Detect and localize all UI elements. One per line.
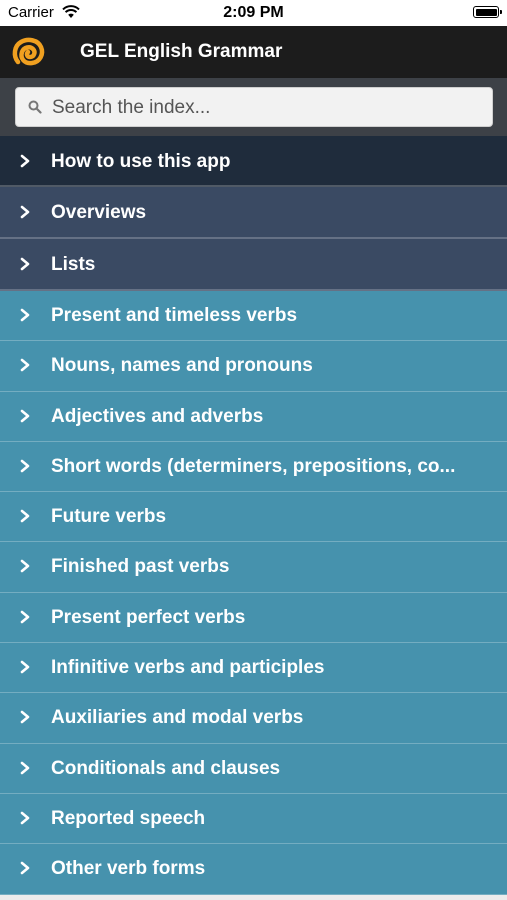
app-title: GEL English Grammar bbox=[80, 41, 283, 62]
list-item-label: Future verbs bbox=[51, 506, 167, 528]
search-bar bbox=[0, 78, 507, 136]
chevron-right-icon bbox=[20, 509, 30, 523]
chevron-right-icon bbox=[20, 205, 30, 219]
nav-bar: GEL English Grammar bbox=[0, 26, 507, 78]
chevron-right-icon bbox=[20, 560, 30, 573]
list-item-label: Nouns, names and pronouns bbox=[51, 355, 313, 377]
chevron-right-icon bbox=[20, 358, 30, 372]
status-bar: Carrier 2:09 PM bbox=[0, 0, 507, 26]
list-item-label: Overviews bbox=[51, 202, 147, 223]
list-item-adjectives-adverbs[interactable]: Adjectives and adverbs bbox=[0, 391, 507, 442]
chevron-right-icon bbox=[20, 861, 30, 875]
search-icon bbox=[28, 100, 42, 114]
list-item-other-verb-forms[interactable]: Other verb forms bbox=[0, 844, 507, 895]
chevron-right-icon bbox=[20, 459, 30, 473]
chevron-right-icon bbox=[20, 409, 30, 422]
list-item-present-perfect-verbs[interactable]: Present perfect verbs bbox=[0, 592, 507, 644]
list-item-label: Short words (determiners, prepositions, … bbox=[51, 455, 456, 477]
index-list: How to use this app Overviews Lists Pres… bbox=[0, 136, 507, 895]
list-item-reported-speech[interactable]: Reported speech bbox=[0, 793, 507, 845]
chevron-right-icon bbox=[20, 257, 30, 271]
list-item-label: Reported speech bbox=[51, 807, 206, 829]
list-item-infinitive-verbs[interactable]: Infinitive verbs and participles bbox=[0, 643, 507, 694]
list-item-conditionals-clauses[interactable]: Conditionals and clauses bbox=[0, 743, 507, 794]
list-item-label: Adjectives and adverbs bbox=[51, 405, 264, 427]
gel-spiral-logo-icon[interactable] bbox=[10, 36, 46, 68]
list-item-label: Lists bbox=[51, 254, 96, 275]
list-item-how-to-use[interactable]: How to use this app bbox=[0, 136, 507, 187]
list-item-present-timeless-verbs[interactable]: Present and timeless verbs bbox=[0, 291, 507, 342]
list-item-label: Other verb forms bbox=[51, 858, 206, 880]
list-item-finished-past-verbs[interactable]: Finished past verbs bbox=[0, 542, 507, 593]
chevron-right-icon bbox=[20, 811, 30, 825]
list-item-label: Present and timeless verbs bbox=[51, 305, 298, 326]
chevron-right-icon bbox=[20, 711, 30, 724]
list-item-future-verbs[interactable]: Future verbs bbox=[0, 492, 507, 543]
search-box[interactable] bbox=[15, 87, 493, 128]
search-input[interactable] bbox=[50, 88, 484, 128]
chevron-right-icon bbox=[20, 308, 30, 322]
battery-icon bbox=[473, 6, 502, 18]
list-item-label: Conditionals and clauses bbox=[51, 757, 281, 779]
list-item-label: Auxiliaries and modal verbs bbox=[51, 707, 304, 729]
list-item-label: How to use this app bbox=[51, 151, 231, 172]
list-item-overviews[interactable]: Overviews bbox=[0, 187, 507, 239]
list-item-short-words[interactable]: Short words (determiners, prepositions, … bbox=[0, 441, 507, 493]
list-item-lists[interactable]: Lists bbox=[0, 239, 507, 291]
list-item-nouns-names-pronouns[interactable]: Nouns, names and pronouns bbox=[0, 341, 507, 392]
list-item-label: Finished past verbs bbox=[51, 556, 230, 578]
chevron-right-icon bbox=[20, 154, 30, 168]
list-item-label: Present perfect verbs bbox=[51, 606, 246, 628]
list-item-label: Infinitive verbs and participles bbox=[51, 657, 325, 679]
list-item-auxiliaries-modal-verbs[interactable]: Auxiliaries and modal verbs bbox=[0, 693, 507, 744]
chevron-right-icon bbox=[20, 660, 30, 674]
chevron-right-icon bbox=[20, 610, 30, 624]
chevron-right-icon bbox=[20, 761, 30, 774]
clock: 2:09 PM bbox=[223, 4, 284, 21]
